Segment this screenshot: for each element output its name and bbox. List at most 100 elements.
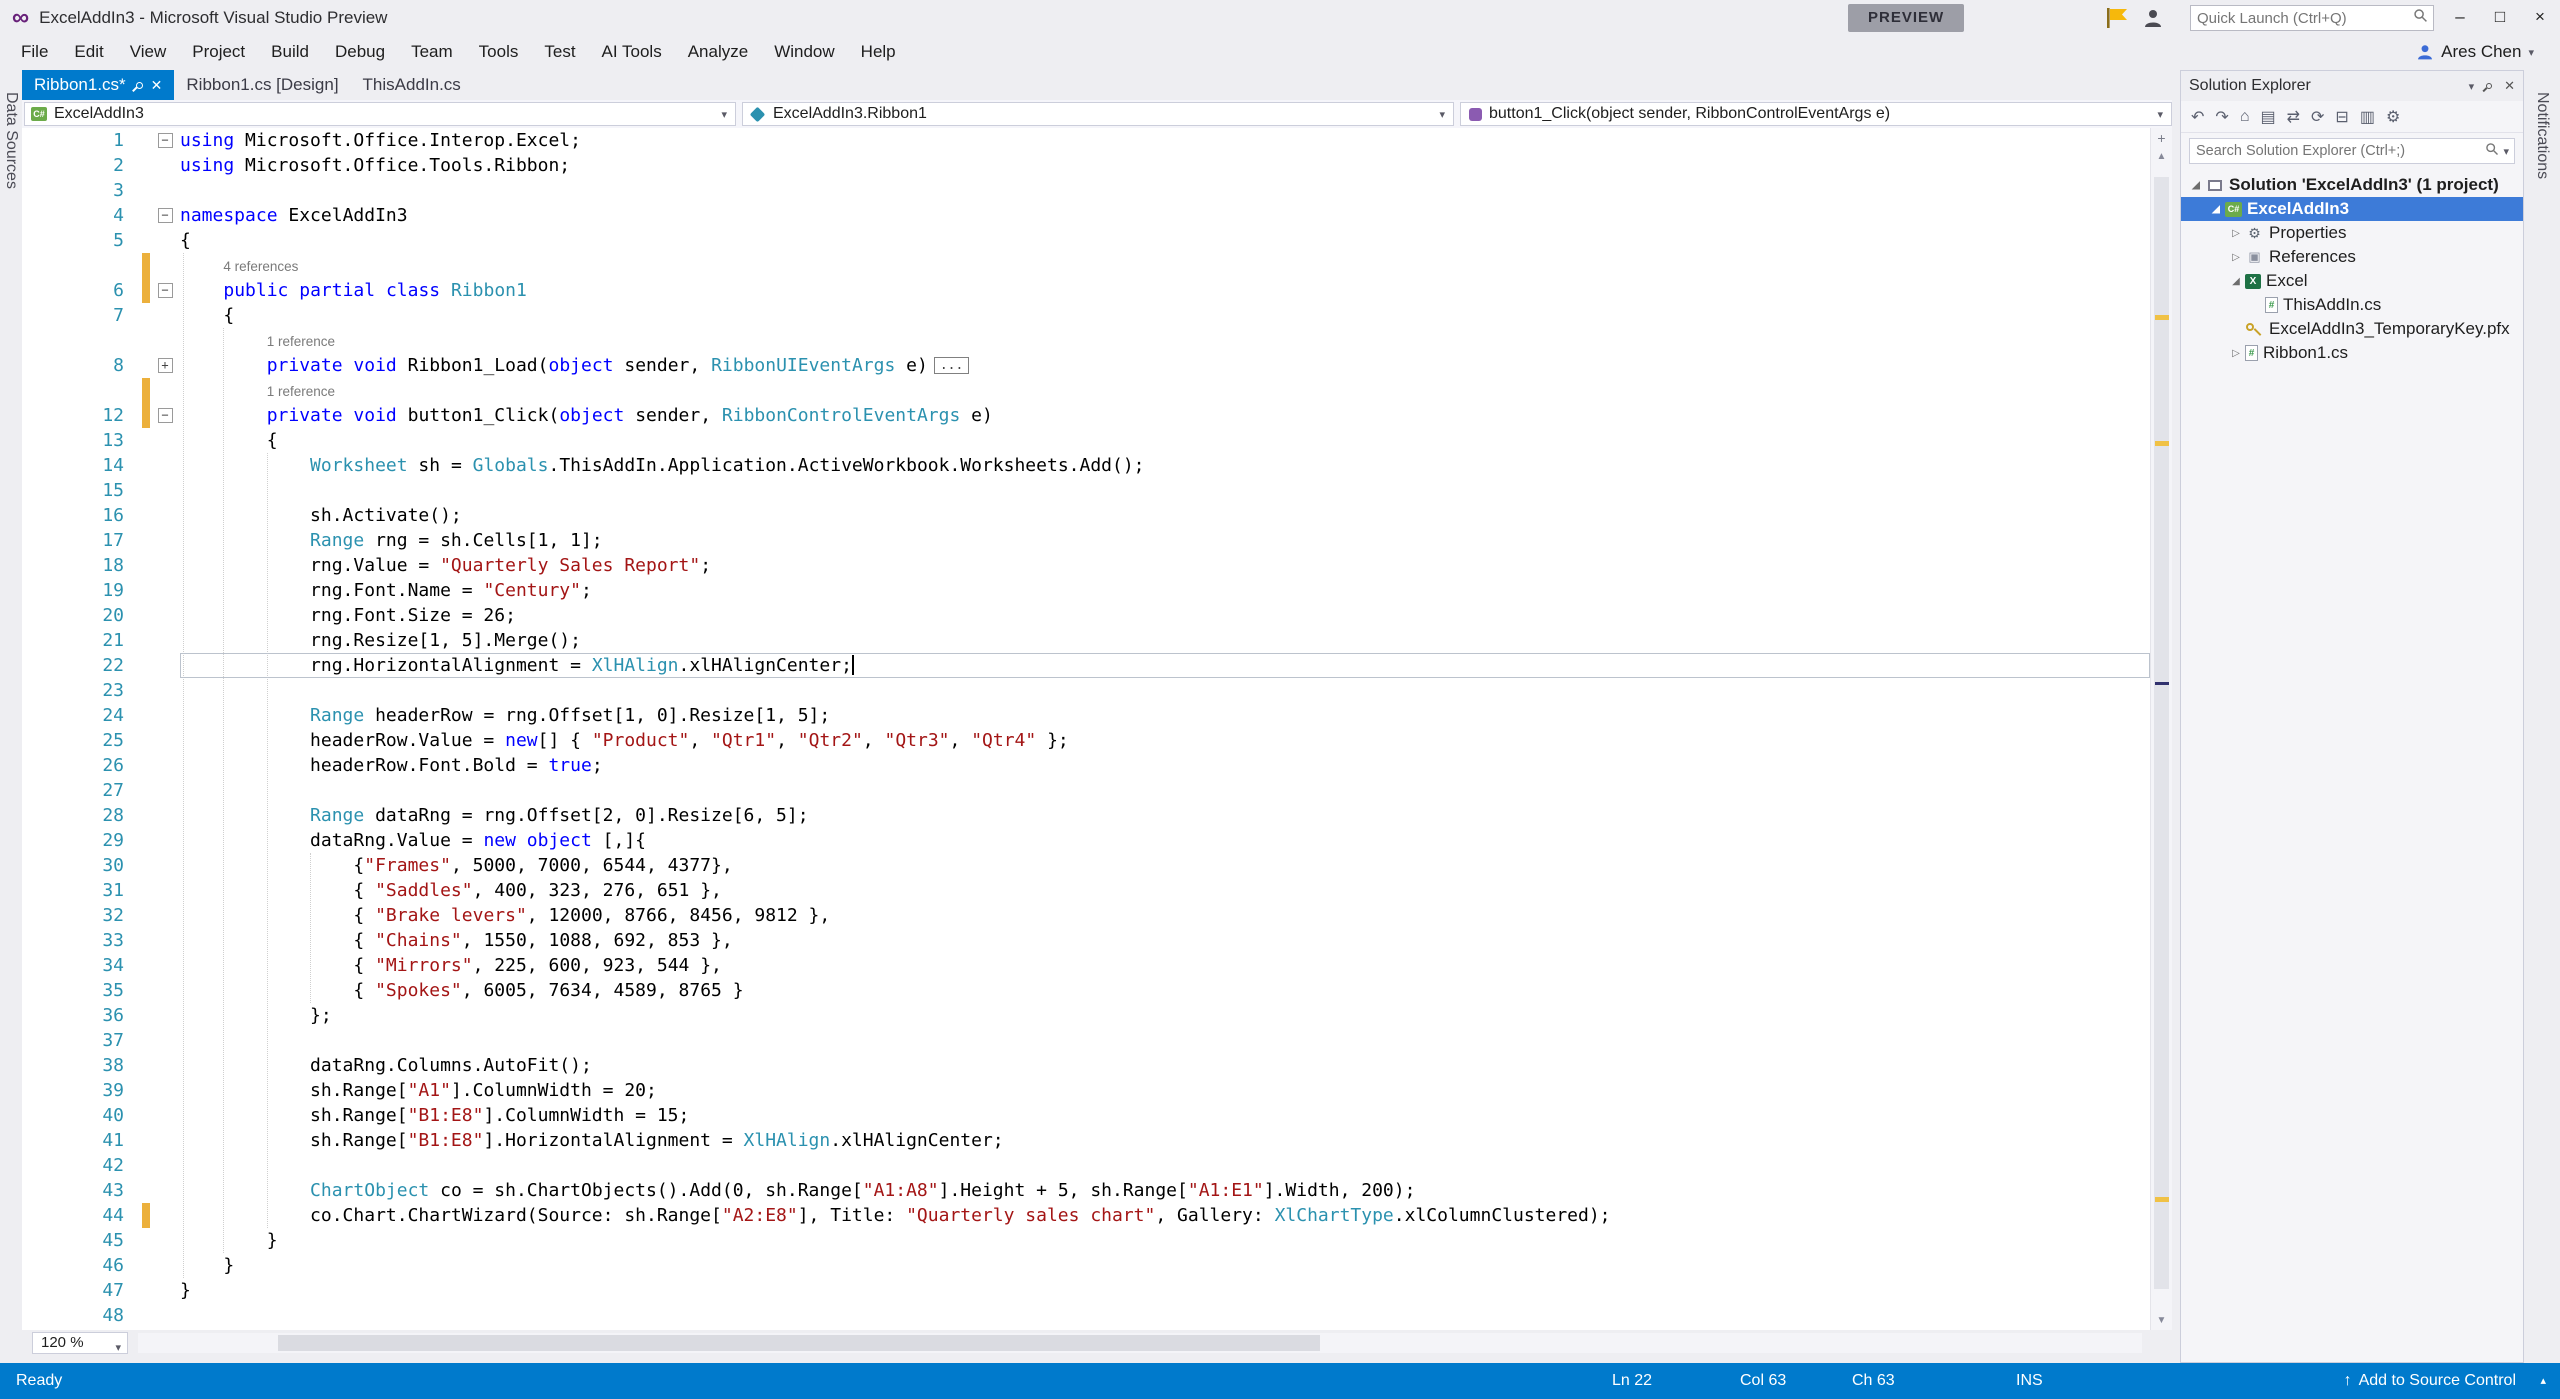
code-line[interactable]: 34 { "Mirrors", 225, 600, 923, 544 }, [22,953,2150,978]
tree-item-thisaddin-cs[interactable]: #ThisAddIn.cs [2181,293,2523,317]
expand-arrow-icon[interactable]: ▷ [2227,252,2245,263]
menu-item-view[interactable]: View [117,36,180,68]
code-line[interactable]: 13 { [22,428,2150,453]
menu-item-ai-tools[interactable]: AI Tools [589,36,675,68]
code-line[interactable]: 23 [22,678,2150,703]
fold-gutter[interactable]: + [150,353,180,378]
code-line[interactable]: 12− private void button1_Click(object se… [22,403,2150,428]
code-line[interactable]: 5{ [22,228,2150,253]
code-line[interactable]: 36 }; [22,1003,2150,1028]
code-line[interactable]: 40 sh.Range["B1:E8"].ColumnWidth = 15; [22,1103,2150,1128]
code-line[interactable]: 20 rng.Font.Size = 26; [22,603,2150,628]
chevron-down-icon[interactable]: ▾ [2503,145,2509,158]
zoom-selector[interactable]: 120 % ▾ [32,1332,128,1354]
code-line[interactable]: 24 Range headerRow = rng.Offset[1, 0].Re… [22,703,2150,728]
code-line[interactable]: 7 { [22,303,2150,328]
refresh-icon[interactable]: ⟳ [2311,107,2324,127]
codelens-references[interactable]: 1 reference [267,329,335,354]
code-line[interactable]: 30 {"Frames", 5000, 7000, 6544, 4377}, [22,853,2150,878]
sync-with-active-document-icon[interactable]: ⇄ [2287,107,2300,127]
code-line[interactable]: 32 { "Brake levers", 12000, 8766, 8456, … [22,903,2150,928]
collapse-all-icon[interactable]: ⊟ [2335,107,2348,127]
new-folder-icon[interactable]: ▤ [2260,107,2275,127]
close-icon[interactable]: ✕ [2504,78,2515,94]
document-tab[interactable]: Ribbon1.cs [Design] [174,70,350,100]
code-line[interactable]: 25 headerRow.Value = new[] { "Product", … [22,728,2150,753]
code-line[interactable]: 43 ChartObject co = sh.ChartObjects().Ad… [22,1178,2150,1203]
code-line[interactable]: 38 dataRng.Columns.AutoFit(); [22,1053,2150,1078]
menu-item-team[interactable]: Team [398,36,466,68]
code-line[interactable]: 19 rng.Font.Name = "Century"; [22,578,2150,603]
code-line[interactable]: 31 { "Saddles", 400, 323, 276, 651 }, [22,878,2150,903]
menu-item-help[interactable]: Help [848,36,909,68]
code-line[interactable]: 48 [22,1303,2150,1328]
tree-item-exceladdin3[interactable]: ◢C#ExcelAddIn3 [2181,197,2523,221]
show-all-files-icon[interactable]: ▥ [2360,107,2375,127]
auto-hide-pin-icon[interactable] [2486,83,2492,89]
menu-item-window[interactable]: Window [761,36,847,68]
fold-gutter[interactable]: − [150,278,180,303]
horizontal-scrollbar[interactable] [138,1333,2142,1353]
code-line[interactable]: 37 [22,1028,2150,1053]
collapse-region-icon[interactable]: − [158,283,173,298]
feedback-icon[interactable] [2142,7,2168,29]
collapse-arrow-icon[interactable]: ◢ [2227,276,2245,287]
code-line[interactable]: 14 Worksheet sh = Globals.ThisAddIn.Appl… [22,453,2150,478]
tree-item-references[interactable]: ▷▣References [2181,245,2523,269]
code-line[interactable]: 4−namespace ExcelAddIn3 [22,203,2150,228]
scroll-up-arrow[interactable]: ▲ [2151,148,2172,166]
document-tab[interactable]: ThisAddIn.cs [351,70,473,100]
code-line[interactable]: 6− public partial class Ribbon1 [22,278,2150,303]
fold-gutter[interactable]: − [150,203,180,228]
project-dropdown[interactable]: C# ExcelAddIn3 ▾ [24,102,736,126]
code-line[interactable]: 22 rng.HorizontalAlignment = XlHAlign.xl… [22,653,2150,678]
codelens-references[interactable]: 1 reference [267,379,335,404]
menu-item-debug[interactable]: Debug [322,36,398,68]
collapse-arrow-icon[interactable]: ◢ [2187,180,2205,191]
scrollbar-track[interactable] [2151,166,2172,1312]
codelens-row[interactable]: 4 references [22,253,2150,278]
menu-item-test[interactable]: Test [531,36,588,68]
quick-launch-input[interactable] [2191,10,2413,27]
properties-icon[interactable]: ⚙ [2386,107,2400,127]
code-line[interactable]: 44 co.Chart.ChartWizard(Source: sh.Range… [22,1203,2150,1228]
code-line[interactable]: 18 rng.Value = "Quarterly Sales Report"; [22,553,2150,578]
code-line[interactable]: 21 rng.Resize[1, 5].Merge(); [22,628,2150,653]
code-line[interactable]: 41 sh.Range["B1:E8"].HorizontalAlignment… [22,1128,2150,1153]
fold-gutter[interactable]: − [150,403,180,428]
home-icon[interactable]: ⌂ [2240,108,2250,126]
code-line[interactable]: 8+ private void Ribbon1_Load(object send… [22,353,2150,378]
tree-item-solution-exceladdin3-1-project[interactable]: ◢Solution 'ExcelAddIn3' (1 project) [2181,173,2523,197]
tree-item-ribbon1-cs[interactable]: ▷#Ribbon1.cs [2181,341,2523,365]
code-line[interactable]: 16 sh.Activate(); [22,503,2150,528]
chevron-up-icon[interactable]: ▴ [2540,1363,2546,1399]
collapsed-region-box[interactable]: ... [934,357,969,374]
menu-item-analyze[interactable]: Analyze [675,36,761,68]
menu-item-edit[interactable]: Edit [61,36,116,68]
scroll-down-arrow[interactable]: ▼ [2151,1312,2172,1330]
code-line[interactable]: 35 { "Spokes", 6005, 7634, 4589, 8765 } [22,978,2150,1003]
code-line[interactable]: 15 [22,478,2150,503]
document-tab[interactable]: Ribbon1.cs*✕ [22,70,174,100]
code-line[interactable]: 2using Microsoft.Office.Tools.Ribbon; [22,153,2150,178]
codelens-references[interactable]: 4 references [223,254,298,279]
code-editor[interactable]: 1−using Microsoft.Office.Interop.Excel;2… [22,128,2172,1330]
pin-icon[interactable] [136,82,143,89]
window-position-icon[interactable]: ▾ [2469,80,2475,93]
notifications-flag-icon[interactable] [2104,6,2134,30]
data-sources-vertical-tab[interactable]: Data Sources [2,92,20,189]
vertical-scrollbar[interactable]: + ▲ ▼ [2150,128,2172,1330]
menu-item-project[interactable]: Project [179,36,258,68]
solution-explorer-search-input[interactable] [2190,143,2485,159]
code-line[interactable]: 47} [22,1278,2150,1303]
collapse-arrow-icon[interactable]: ◢ [2207,204,2225,215]
user-account[interactable]: Ares Chen ▾ [2416,36,2534,68]
code-line[interactable]: 29 dataRng.Value = new object [,]{ [22,828,2150,853]
menu-item-build[interactable]: Build [258,36,322,68]
scrollbar-thumb[interactable] [2154,177,2169,1289]
code-line[interactable]: 33 { "Chains", 1550, 1088, 692, 853 }, [22,928,2150,953]
tree-item-properties[interactable]: ▷⚙Properties [2181,221,2523,245]
back-icon[interactable]: ↶ [2191,107,2204,127]
code-line[interactable]: 3 [22,178,2150,203]
collapse-region-icon[interactable]: − [158,208,173,223]
